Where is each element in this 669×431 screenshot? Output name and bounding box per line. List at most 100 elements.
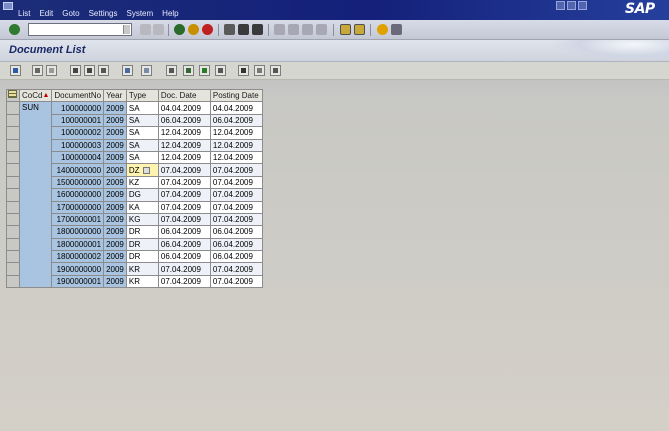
- cell-type[interactable]: SA: [125, 138, 159, 152]
- col-header-doc-date[interactable]: Doc. Date: [157, 88, 211, 103]
- cell-posting-date[interactable]: 07.04.2009: [209, 188, 263, 202]
- cell-posting-date[interactable]: 07.04.2009: [209, 274, 263, 289]
- row-selector[interactable]: [6, 175, 20, 190]
- cell-type[interactable]: KG: [125, 212, 159, 227]
- layout-menu-icon[interactable]: [391, 24, 402, 35]
- cell-type[interactable]: KR: [125, 262, 159, 276]
- row-selector[interactable]: [6, 150, 20, 165]
- cell-year[interactable]: 2009: [103, 200, 127, 214]
- deselect-all-icon[interactable]: [46, 65, 57, 76]
- col-header-documentno[interactable]: DocumentNo: [51, 88, 105, 103]
- menu-settings[interactable]: Settings: [89, 9, 118, 18]
- find-next-icon[interactable]: [252, 24, 263, 35]
- cell-posting-date[interactable]: 12.04.2009: [209, 150, 263, 165]
- table-row[interactable]: SUN 100000000 2009 SA 04.04.2009 04.04.2009: [6, 101, 263, 289]
- col-header-year[interactable]: Year: [103, 88, 127, 103]
- first-page-icon[interactable]: [274, 24, 285, 35]
- spreadsheet-icon[interactable]: [199, 65, 210, 76]
- value-help-icon[interactable]: [142, 166, 150, 174]
- cell-documentno[interactable]: 1800000001: [51, 237, 105, 252]
- sort-descending-icon[interactable]: [84, 65, 95, 76]
- save-layout-icon[interactable]: [270, 65, 281, 76]
- subtotal-icon[interactable]: [141, 65, 152, 76]
- cell-posting-date[interactable]: 07.04.2009: [209, 212, 263, 227]
- row-selector[interactable]: [6, 126, 20, 140]
- cell-type[interactable]: SA: [125, 113, 159, 128]
- cell-type[interactable]: DZ: [125, 163, 159, 177]
- cell-doc-date[interactable]: 06.04.2009: [157, 225, 211, 239]
- row-selector[interactable]: [6, 113, 20, 128]
- row-selector[interactable]: [6, 188, 20, 202]
- exit-icon[interactable]: [188, 24, 199, 35]
- cell-year[interactable]: 2009: [103, 250, 127, 264]
- row-selector[interactable]: [6, 262, 20, 276]
- command-field[interactable]: [28, 23, 132, 36]
- cell-doc-date[interactable]: 12.04.2009: [157, 138, 211, 152]
- cell-posting-date[interactable]: 12.04.2009: [209, 126, 263, 140]
- row-selector[interactable]: [6, 225, 20, 239]
- cell-doc-date[interactable]: 07.04.2009: [157, 262, 211, 276]
- menu-system[interactable]: System: [127, 9, 154, 18]
- save-icon[interactable]: [153, 24, 164, 35]
- cell-documentno[interactable]: 100000000: [51, 101, 105, 115]
- col-header-posting-date[interactable]: Posting Date: [209, 88, 263, 103]
- cell-documentno[interactable]: 100000003: [51, 138, 105, 152]
- row-selector[interactable]: [6, 212, 20, 227]
- cell-type[interactable]: SA: [125, 150, 159, 165]
- export-icon[interactable]: [183, 65, 194, 76]
- cell-documentno[interactable]: 1900000000: [51, 262, 105, 276]
- cell-documentno[interactable]: 1800000000: [51, 225, 105, 239]
- cell-documentno[interactable]: 1900000001: [51, 274, 105, 289]
- row-selector[interactable]: [6, 163, 20, 177]
- cell-type[interactable]: DG: [125, 188, 159, 202]
- help-icon[interactable]: [377, 24, 388, 35]
- cell-year[interactable]: 2009: [103, 274, 127, 289]
- cell-type[interactable]: KZ: [125, 175, 159, 190]
- cell-doc-date[interactable]: 07.04.2009: [157, 188, 211, 202]
- cell-doc-date[interactable]: 06.04.2009: [157, 237, 211, 252]
- cell-doc-date[interactable]: 06.04.2009: [157, 250, 211, 264]
- details-icon[interactable]: [10, 65, 21, 76]
- cell-type[interactable]: KR: [125, 274, 159, 289]
- row-selector[interactable]: [6, 274, 20, 289]
- cell-doc-date[interactable]: 07.04.2009: [157, 175, 211, 190]
- shortcut-icon[interactable]: [354, 24, 365, 35]
- cell-posting-date[interactable]: 07.04.2009: [209, 200, 263, 214]
- cell-year[interactable]: 2009: [103, 101, 127, 115]
- cell-doc-date[interactable]: 06.04.2009: [157, 113, 211, 128]
- cell-year[interactable]: 2009: [103, 262, 127, 276]
- cell-documentno[interactable]: 1700000000: [51, 200, 105, 214]
- row-selector[interactable]: [6, 101, 20, 115]
- cell-doc-date[interactable]: 07.04.2009: [157, 200, 211, 214]
- cell-year[interactable]: 2009: [103, 163, 127, 177]
- print-icon[interactable]: [224, 24, 235, 35]
- cell-doc-date[interactable]: 12.04.2009: [157, 150, 211, 165]
- cell-type[interactable]: DR: [125, 225, 159, 239]
- history-back-icon[interactable]: [140, 24, 151, 35]
- row-selector[interactable]: [6, 200, 20, 214]
- select-all-icon[interactable]: [32, 65, 43, 76]
- cell-year[interactable]: 2009: [103, 188, 127, 202]
- cell-posting-date[interactable]: 07.04.2009: [209, 262, 263, 276]
- cell-year[interactable]: 2009: [103, 225, 127, 239]
- cell-type[interactable]: SA: [125, 101, 159, 115]
- system-menu-icon[interactable]: [3, 2, 13, 10]
- total-icon[interactable]: [122, 65, 133, 76]
- select-all-cell[interactable]: [6, 88, 20, 103]
- menu-edit[interactable]: Edit: [39, 9, 53, 18]
- cell-doc-date[interactable]: 07.04.2009: [157, 274, 211, 289]
- cell-posting-date[interactable]: 06.04.2009: [209, 225, 263, 239]
- command-dropdown-icon[interactable]: [123, 25, 130, 34]
- select-layout-icon[interactable]: [254, 65, 265, 76]
- col-header-cocd[interactable]: CoCd▲: [18, 88, 53, 103]
- find-icon[interactable]: [238, 24, 249, 35]
- cell-documentno[interactable]: 1800000002: [51, 250, 105, 264]
- col-header-type[interactable]: Type: [125, 88, 159, 103]
- next-page-icon[interactable]: [302, 24, 313, 35]
- cell-doc-date[interactable]: 04.04.2009: [157, 101, 211, 115]
- enter-icon[interactable]: [9, 24, 20, 35]
- cell-posting-date[interactable]: 07.04.2009: [209, 163, 263, 177]
- cell-documentno[interactable]: 1400000000: [51, 163, 105, 177]
- cell-year[interactable]: 2009: [103, 113, 127, 128]
- cell-posting-date[interactable]: 06.04.2009: [209, 237, 263, 252]
